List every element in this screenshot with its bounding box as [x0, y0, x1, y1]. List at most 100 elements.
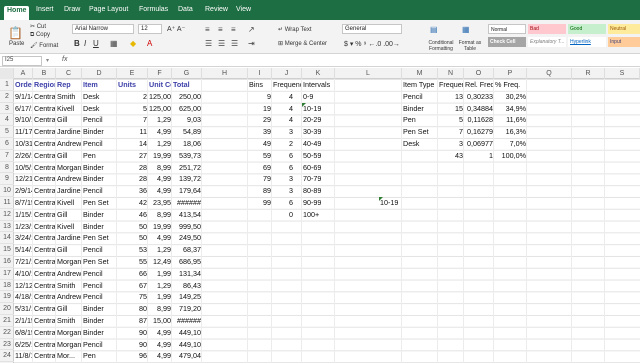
table-cell[interactable]: 46 — [118, 209, 147, 221]
table-cell[interactable]: Binder — [83, 173, 116, 185]
table-cell[interactable]: Central — [34, 162, 55, 174]
conditional-formatting-button[interactable]: Conditional Formatting — [424, 40, 458, 52]
bins-cell[interactable]: 79 — [249, 173, 271, 185]
table-cell[interactable]: 27 — [118, 150, 147, 162]
table-cell[interactable]: Central — [34, 173, 55, 185]
table-cell[interactable]: Mor... — [57, 350, 81, 362]
table-cell[interactable]: 179,64 — [173, 185, 201, 197]
table-cell[interactable]: Andrews — [57, 173, 81, 185]
row-header[interactable]: 21 — [0, 315, 14, 327]
table-cell[interactable]: Morgan — [57, 339, 81, 351]
freq-total-cell[interactable]: 1 — [465, 150, 493, 162]
column-header-b[interactable]: B — [33, 68, 56, 79]
interval-cell[interactable]: 80-89 — [303, 185, 334, 197]
merge-center-button[interactable]: ⊞ Merge & Center — [278, 40, 327, 47]
table-cell[interactable]: ###### — [173, 197, 201, 209]
frequency-cell[interactable]: 4 — [273, 114, 293, 126]
row-header[interactable]: 18 — [0, 280, 14, 292]
table-cell[interactable]: 28 — [118, 162, 147, 174]
table-cell[interactable]: 54,89 — [173, 126, 201, 138]
frequency-cell[interactable]: 6 — [273, 150, 293, 162]
table-cell[interactable]: Pencil — [83, 268, 116, 280]
table-cell[interactable]: 5/31/15 — [15, 303, 32, 315]
table-cell[interactable]: 23,95 — [149, 197, 171, 209]
table-cell[interactable]: 90 — [118, 339, 147, 351]
table-cell[interactable]: 10/5/14 — [15, 162, 32, 174]
column-header-m[interactable]: M — [402, 68, 438, 79]
freq-total-cell[interactable]: 100,0% — [495, 150, 526, 162]
freq-cell[interactable]: 15 — [439, 103, 463, 115]
fx-icon[interactable]: fx — [62, 56, 67, 63]
table-cell[interactable]: Pencil — [83, 339, 116, 351]
table-cell[interactable]: 4,99 — [149, 173, 171, 185]
cut-button[interactable]: ✂ Cut — [30, 23, 46, 30]
table-cell[interactable]: 10/31/15 — [15, 138, 32, 150]
table-cell[interactable]: Pen Set — [83, 256, 116, 268]
bins-cell[interactable] — [249, 209, 271, 221]
table-cell[interactable]: Morgan — [57, 256, 81, 268]
table-cell[interactable]: Central — [34, 327, 55, 339]
fill-color-icon[interactable]: ◆ — [130, 39, 136, 48]
paste-icon[interactable]: 📋 — [8, 26, 23, 40]
table-cell[interactable]: 4,99 — [149, 185, 171, 197]
table-cell[interactable]: 999,50 — [173, 221, 201, 233]
table-cell[interactable]: Binder — [83, 221, 116, 233]
table-cell[interactable]: Pencil — [83, 138, 116, 150]
table-cell[interactable]: 8/7/15 — [15, 197, 32, 209]
table-cell[interactable]: Central — [34, 197, 55, 209]
table-cell[interactable]: Pen Set — [83, 197, 116, 209]
style-input[interactable]: Input — [608, 37, 640, 47]
table-cell[interactable]: 539,73 — [173, 150, 201, 162]
column-header-c[interactable]: C — [56, 68, 82, 79]
table-cell[interactable]: Central — [34, 232, 55, 244]
column-header-cell[interactable]: Units — [118, 79, 147, 91]
table-cell[interactable]: 4/18/14 — [15, 291, 32, 303]
table-cell[interactable]: Kivell — [57, 197, 81, 209]
indent-icon[interactable]: ⇥ — [248, 39, 255, 48]
table-cell[interactable]: Central — [34, 185, 55, 197]
style-neutral[interactable]: Neutral — [608, 24, 640, 34]
row-header[interactable]: 24 — [0, 350, 14, 363]
table-cell[interactable]: Binder — [83, 162, 116, 174]
interval-cell[interactable]: 30-39 — [303, 126, 334, 138]
bold-button[interactable]: B — [74, 39, 80, 48]
table-cell[interactable]: Central — [34, 91, 55, 103]
table-cell[interactable]: Pen — [83, 350, 116, 362]
column-header-cell[interactable]: Unit Cost — [149, 79, 171, 91]
row-header[interactable]: 10 — [0, 185, 14, 197]
column-header-n[interactable]: N — [438, 68, 464, 79]
table-cell[interactable]: 1,29 — [149, 114, 171, 126]
table-cell[interactable]: 90 — [118, 327, 147, 339]
column-header-cell[interactable]: Item — [83, 79, 116, 91]
number-format-buttons[interactable]: $ ▾ % ⁹ ←.0 .00→ — [344, 40, 400, 48]
table-cell[interactable]: 68,37 — [173, 244, 201, 256]
column-header-a[interactable]: A — [14, 68, 33, 79]
cells-area[interactable]: OrderDateRegionRepItemUnitsUnit CostTota… — [14, 79, 640, 363]
table-cell[interactable]: Pencil — [83, 185, 116, 197]
table-cell[interactable]: Pencil — [83, 280, 116, 292]
table-cell[interactable]: Central — [34, 315, 55, 327]
bins-cell[interactable]: 99 — [249, 197, 271, 209]
interval-cell[interactable]: 100+ — [303, 209, 334, 221]
bins-cell[interactable]: 9 — [249, 91, 271, 103]
underline-button[interactable]: U — [93, 39, 99, 48]
table-cell[interactable]: 7/21/15 — [15, 256, 32, 268]
interval-cell[interactable]: 90-99 — [303, 197, 334, 209]
table-cell[interactable]: 86,43 — [173, 280, 201, 292]
table-cell[interactable]: 251,72 — [173, 162, 201, 174]
table-cell[interactable]: Central — [34, 350, 55, 362]
bins-cell[interactable]: 59 — [249, 150, 271, 162]
table-cell[interactable]: 479,04 — [173, 350, 201, 362]
table-cell[interactable]: Andrews — [57, 138, 81, 150]
row-header[interactable]: 15 — [0, 244, 14, 256]
table-cell[interactable]: 4,99 — [149, 339, 171, 351]
table-cell[interactable]: Andrews — [57, 291, 81, 303]
bins-cell[interactable]: 69 — [249, 162, 271, 174]
freq-cell[interactable]: 11,6% — [495, 114, 526, 126]
column-header-s[interactable]: S — [605, 68, 640, 79]
bins-header-cell[interactable]: Bins — [249, 79, 271, 91]
bins-cell[interactable]: 89 — [249, 185, 271, 197]
table-cell[interactable]: 4,99 — [149, 126, 171, 138]
table-cell[interactable]: Smith — [57, 91, 81, 103]
table-cell[interactable]: 4/10/15 — [15, 268, 32, 280]
